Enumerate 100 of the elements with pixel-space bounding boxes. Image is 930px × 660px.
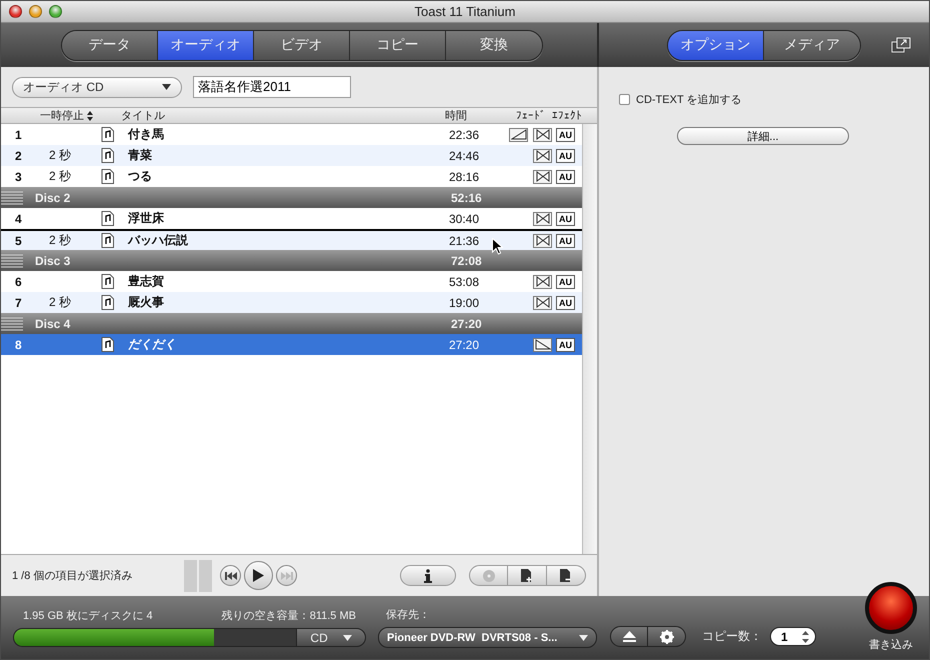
eject-button[interactable]	[610, 626, 648, 647]
effect-badge[interactable]: AU	[556, 296, 575, 310]
category-tab[interactable]: 変換	[446, 30, 542, 60]
media-dropdown[interactable]: CD	[296, 628, 366, 647]
track-number: 6	[14, 274, 23, 288]
effect-badge[interactable]: AU	[556, 212, 575, 226]
fade-curve-icon	[534, 171, 550, 182]
grip-icon	[1, 190, 23, 204]
track-time: 53:08	[449, 274, 480, 288]
disc-icon	[482, 568, 496, 582]
fade-button[interactable]	[533, 296, 552, 310]
disc-label: Disc 4	[34, 316, 72, 330]
settings-button[interactable]	[648, 626, 686, 647]
destination-label: 保存先：	[385, 608, 431, 622]
eject-icon	[622, 631, 636, 642]
effect-badge[interactable]: AU	[556, 170, 575, 184]
column-header[interactable]: 一時停止	[1, 108, 101, 123]
remove-file-icon	[559, 568, 573, 583]
category-tab[interactable]: コピー	[350, 30, 446, 60]
disc-time: 52:16	[451, 190, 483, 204]
fade-button[interactable]	[533, 234, 552, 248]
track-number: 7	[14, 296, 23, 310]
effect-badge[interactable]: AU	[556, 128, 575, 142]
play-button[interactable]	[244, 561, 273, 590]
next-button[interactable]	[276, 565, 297, 586]
fade-button[interactable]	[533, 338, 552, 352]
track-time: 21:36	[449, 234, 480, 248]
track-number: 1	[14, 128, 23, 142]
fade-button[interactable]	[533, 148, 552, 162]
destination-dropdown[interactable]: Pioneer DVD-RW DVRTS08 - S...	[378, 627, 597, 648]
panel-tab[interactable]: メディア	[764, 30, 860, 60]
previous-icon	[224, 572, 236, 580]
disc-row[interactable]: Disc 2 52:16	[1, 187, 582, 208]
track-time: 24:46	[449, 148, 480, 162]
fade-button[interactable]	[533, 212, 552, 226]
caret-icon	[342, 634, 352, 640]
music-file-icon	[101, 337, 114, 352]
fade-button[interactable]	[509, 128, 528, 142]
fade-curve-icon	[534, 150, 550, 161]
capacity-label: 1.95 GB 枚にディスクに 4	[23, 609, 153, 623]
windows-icon[interactable]	[891, 37, 911, 53]
disc-row[interactable]: Disc 4 27:20	[1, 313, 582, 334]
disc-time: 72:08	[451, 254, 483, 268]
track-title: 豊志賀	[127, 273, 164, 290]
disc-title-field[interactable]: 落語名作選2011	[193, 76, 351, 98]
fade-curve-icon	[534, 235, 550, 246]
effect-badge[interactable]: AU	[556, 234, 575, 248]
gear-icon	[660, 630, 674, 644]
pause-length: 2 秒	[48, 168, 72, 185]
pause-length: 2 秒	[48, 294, 72, 311]
fade-button[interactable]	[533, 274, 552, 288]
zoom-button[interactable]	[49, 5, 62, 18]
level-meter-icon	[184, 560, 212, 592]
column-header[interactable]: ﾌｪｰﾄﾞ	[504, 109, 552, 122]
track-title: 青菜	[127, 147, 152, 164]
remove-file-button[interactable]	[547, 565, 586, 586]
cd-text-checkbox[interactable]: CD-TEXT を追加する	[619, 92, 742, 107]
column-header[interactable]: 時間	[434, 108, 504, 123]
track-time: 19:00	[449, 296, 480, 310]
category-tab[interactable]: ビデオ	[254, 30, 350, 60]
panel-tab[interactable]: オプション	[668, 30, 764, 60]
music-file-icon	[101, 274, 114, 289]
track-title: 付き馬	[126, 126, 164, 143]
fade-curve-icon	[534, 213, 550, 224]
add-file-button[interactable]	[508, 565, 547, 586]
add-file-icon	[520, 568, 534, 583]
effect-badge[interactable]: AU	[556, 148, 575, 162]
pause-length: 2 秒	[48, 147, 72, 164]
format-dropdown[interactable]: オーディオ CD	[12, 76, 182, 98]
fade-curve-icon	[534, 297, 550, 308]
track-row[interactable]: 2 2 秒 青菜 24:46 AU	[1, 145, 582, 166]
track-row[interactable]: 7 2 秒 厩火事 19:00 AU	[1, 292, 582, 313]
disc-row[interactable]: Disc 3 72:08	[1, 250, 582, 271]
track-title: だくだく	[127, 336, 176, 353]
music-file-icon	[101, 127, 114, 142]
effect-badge[interactable]: AU	[556, 338, 575, 352]
column-header[interactable]: タイトル	[121, 108, 434, 123]
window-title: Toast 11 Titanium	[414, 4, 516, 19]
details-button[interactable]: 詳細...	[677, 127, 849, 145]
effect-badge[interactable]: AU	[556, 274, 575, 288]
track-row[interactable]: 5 2 秒 バッハ伝説 21:36 AU	[1, 229, 582, 250]
info-button[interactable]	[400, 565, 456, 586]
info-icon	[424, 568, 432, 582]
category-tab[interactable]: データ	[62, 30, 158, 60]
fade-button[interactable]	[533, 128, 552, 142]
previous-button[interactable]	[220, 565, 241, 586]
copies-stepper[interactable]: 1	[770, 627, 816, 646]
track-number: 2	[14, 148, 23, 162]
column-header[interactable]: ｴﾌｪｸﾄ	[552, 109, 582, 122]
fade-button[interactable]	[533, 170, 552, 184]
track-row[interactable]: 8 だくだく 27:20 AU	[1, 334, 582, 355]
close-button[interactable]	[9, 5, 22, 18]
disc-label: Disc 2	[34, 190, 72, 204]
track-title: 厩火事	[127, 294, 164, 311]
category-tab[interactable]: オーディオ	[158, 30, 254, 60]
track-title: 浮世床	[127, 210, 164, 227]
minimize-button[interactable]	[29, 5, 42, 18]
track-number: 8	[14, 338, 23, 352]
next-icon	[280, 572, 292, 580]
scrollbar[interactable]	[582, 124, 597, 554]
